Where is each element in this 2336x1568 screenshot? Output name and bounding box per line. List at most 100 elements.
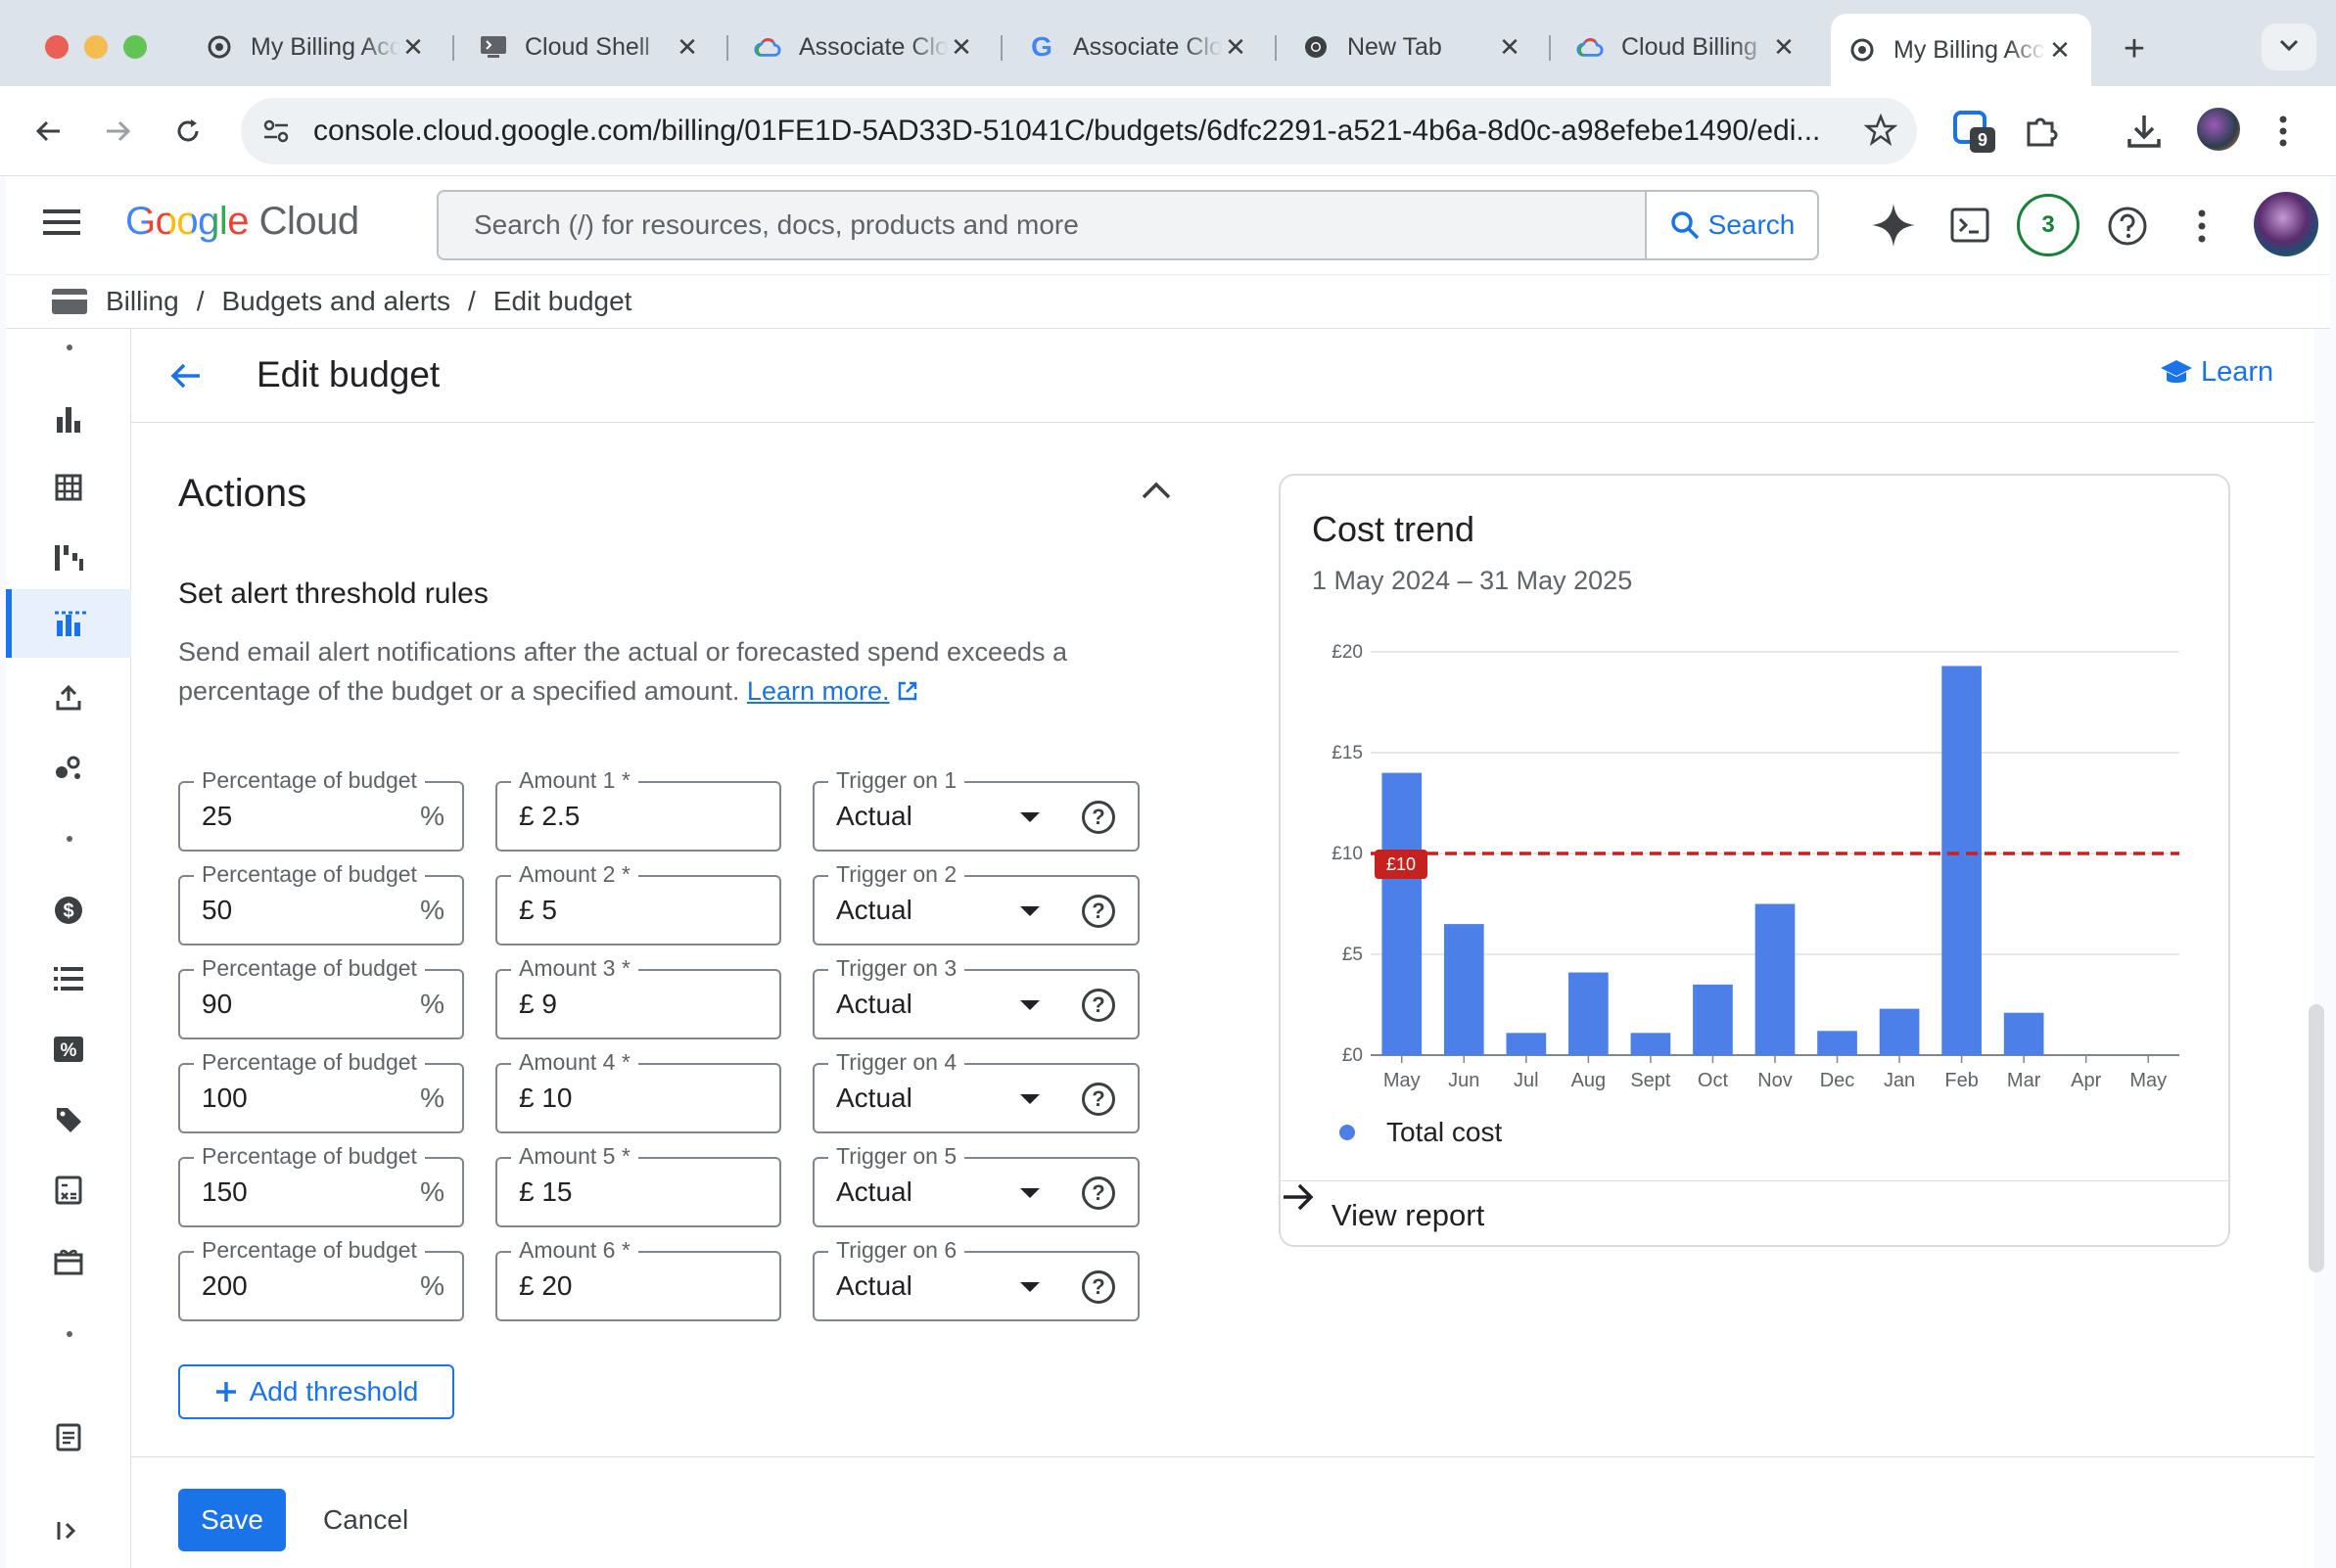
back-button[interactable] xyxy=(25,108,72,155)
gemini-sparkle-icon[interactable] xyxy=(1870,202,1917,254)
chart-bar xyxy=(1506,1033,1547,1055)
browser-tab[interactable]: New Tab ✕ xyxy=(1285,22,1541,72)
upload-icon[interactable] xyxy=(49,677,88,716)
more-vert-icon[interactable] xyxy=(2195,208,2209,250)
notifications-count[interactable]: 3 xyxy=(2017,194,2079,256)
help-circle-icon[interactable]: ? xyxy=(1082,1270,1115,1304)
search-button[interactable]: Search xyxy=(1645,192,1817,258)
back-arrow-icon[interactable] xyxy=(168,358,204,398)
cloud-shell-icon[interactable] xyxy=(1950,206,1989,250)
console-search[interactable]: Search (/) for resources, docs, products… xyxy=(437,190,1819,260)
trigger-select[interactable]: Trigger on 3 Actual? xyxy=(813,955,1140,1039)
view-report-link[interactable]: View report xyxy=(1281,1180,2228,1245)
help-circle-icon[interactable]: ? xyxy=(1082,801,1115,834)
amount-label: Amount 2 * xyxy=(511,861,638,888)
puzzle-icon[interactable] xyxy=(2023,112,2062,156)
learn-button[interactable]: Learn xyxy=(2160,356,2273,389)
trigger-select[interactable]: Trigger on 4 Actual? xyxy=(813,1049,1140,1133)
maximize-window-button[interactable] xyxy=(123,35,147,59)
profile-avatar[interactable] xyxy=(2197,108,2240,151)
close-tab-icon[interactable]: ✕ xyxy=(948,32,975,63)
breadcrumb-billing[interactable]: Billing xyxy=(106,286,179,317)
bookmark-star-icon[interactable] xyxy=(1863,113,1898,152)
browser-tab[interactable]: Cloud Shell ✕ xyxy=(462,22,719,72)
reload-button[interactable] xyxy=(164,108,211,155)
percentage-field[interactable]: Percentage of budget 150% xyxy=(178,1143,464,1227)
bubbles-icon[interactable] xyxy=(49,748,88,787)
expand-rail-icon[interactable] xyxy=(49,1511,88,1550)
help-circle-icon[interactable]: ? xyxy=(1082,895,1115,928)
tab-search-button[interactable] xyxy=(2262,23,2316,70)
percent-suffix: % xyxy=(420,989,444,1019)
cancel-button[interactable]: Cancel xyxy=(323,1489,408,1551)
learn-more-link[interactable]: Learn more. xyxy=(747,676,890,706)
url-text: console.cloud.google.com/billing/01FE1D-… xyxy=(313,115,1821,147)
tag-icon[interactable] xyxy=(49,1100,88,1139)
percentage-field[interactable]: Percentage of budget 100% xyxy=(178,1049,464,1133)
extension-icon[interactable]: 9 xyxy=(1952,110,1997,155)
collapse-section-icon[interactable] xyxy=(1140,480,1173,506)
browser-tab[interactable]: Associate Cloud Engineer ✕ xyxy=(736,22,993,72)
percent-icon[interactable]: % xyxy=(49,1030,88,1069)
plus-icon xyxy=(214,1380,238,1404)
waterfall-icon[interactable] xyxy=(49,538,88,577)
amount-field[interactable]: Amount 5 * £ 15 xyxy=(495,1143,781,1227)
google-cloud-logo[interactable]: Google Cloud xyxy=(125,200,359,244)
more-vert-icon[interactable] xyxy=(2275,112,2291,156)
percentage-field[interactable]: Percentage of budget 90% xyxy=(178,955,464,1039)
close-tab-icon[interactable]: ✕ xyxy=(1222,32,1249,63)
close-tab-icon[interactable]: ✕ xyxy=(399,32,427,63)
amount-field[interactable]: Amount 6 * £ 20 xyxy=(495,1237,781,1321)
amount-field[interactable]: Amount 3 * £ 9 xyxy=(495,955,781,1039)
tab-separator xyxy=(1549,35,1551,61)
close-window-button[interactable] xyxy=(45,35,69,59)
table-icon[interactable] xyxy=(49,468,88,507)
percentage-field[interactable]: Percentage of budget 25% xyxy=(178,767,464,852)
browser-tab[interactable]: G Associate Cloud Engineer ✕ xyxy=(1010,22,1267,72)
amount-field[interactable]: Amount 2 * £ 5 xyxy=(495,861,781,945)
close-tab-icon[interactable]: ✕ xyxy=(2046,35,2074,66)
browser-tab-active[interactable]: My Billing Account ✕ xyxy=(1831,14,2091,86)
add-threshold-button[interactable]: Add threshold xyxy=(178,1364,454,1419)
help-icon[interactable] xyxy=(2107,206,2148,252)
gift-icon[interactable] xyxy=(49,1241,88,1280)
browser-tab[interactable]: My Billing Account ✕ xyxy=(188,22,444,72)
rail-item-budgets-selected[interactable] xyxy=(6,589,131,658)
save-button[interactable]: Save xyxy=(178,1489,286,1551)
bar-chart-icon[interactable] xyxy=(49,399,88,438)
search-input[interactable]: Search (/) for resources, docs, products… xyxy=(439,192,1645,258)
close-tab-icon[interactable]: ✕ xyxy=(1496,32,1523,63)
help-circle-icon[interactable]: ? xyxy=(1082,1176,1115,1210)
calculator-icon[interactable] xyxy=(49,1171,88,1210)
amount-field[interactable]: Amount 4 * £ 10 xyxy=(495,1049,781,1133)
dollar-circle-icon[interactable]: $ xyxy=(49,891,88,930)
tab-title: Associate Cloud Engineer xyxy=(799,32,948,61)
new-tab-button[interactable]: + xyxy=(2111,25,2158,72)
site-info-icon[interactable] xyxy=(260,115,292,152)
download-icon[interactable] xyxy=(2125,112,2164,156)
minimize-window-button[interactable] xyxy=(84,35,108,59)
percentage-field[interactable]: Percentage of budget 200% xyxy=(178,1237,464,1321)
hamburger-menu-icon[interactable] xyxy=(43,208,80,242)
percentage-field[interactable]: Percentage of budget 50% xyxy=(178,861,464,945)
close-tab-icon[interactable]: ✕ xyxy=(1770,32,1798,63)
help-circle-icon[interactable]: ? xyxy=(1082,989,1115,1022)
trigger-select[interactable]: Trigger on 5 Actual? xyxy=(813,1143,1140,1227)
chart-bar xyxy=(1630,1033,1671,1055)
trigger-select[interactable]: Trigger on 6 Actual? xyxy=(813,1237,1140,1321)
page-scrollbar[interactable] xyxy=(2309,1004,2324,1272)
address-bar[interactable]: console.cloud.google.com/billing/01FE1D-… xyxy=(241,98,1917,164)
browser-tab[interactable]: Cloud Billing ✕ xyxy=(1559,22,1815,72)
legend-dot xyxy=(1339,1125,1355,1140)
close-tab-icon[interactable]: ✕ xyxy=(674,32,701,63)
trigger-select[interactable]: Trigger on 1 Actual? xyxy=(813,767,1140,852)
trigger-label: Trigger on 3 xyxy=(828,955,965,982)
breadcrumb-budgets-and-alerts[interactable]: Budgets and alerts xyxy=(221,286,450,317)
help-circle-icon[interactable]: ? xyxy=(1082,1083,1115,1116)
amount-field[interactable]: Amount 1 * £ 2.5 xyxy=(495,767,781,852)
report-icon[interactable] xyxy=(49,1417,88,1456)
list-icon[interactable] xyxy=(49,959,88,998)
forward-button[interactable] xyxy=(94,108,141,155)
trigger-select[interactable]: Trigger on 2 Actual? xyxy=(813,861,1140,945)
account-avatar[interactable] xyxy=(2254,192,2318,256)
